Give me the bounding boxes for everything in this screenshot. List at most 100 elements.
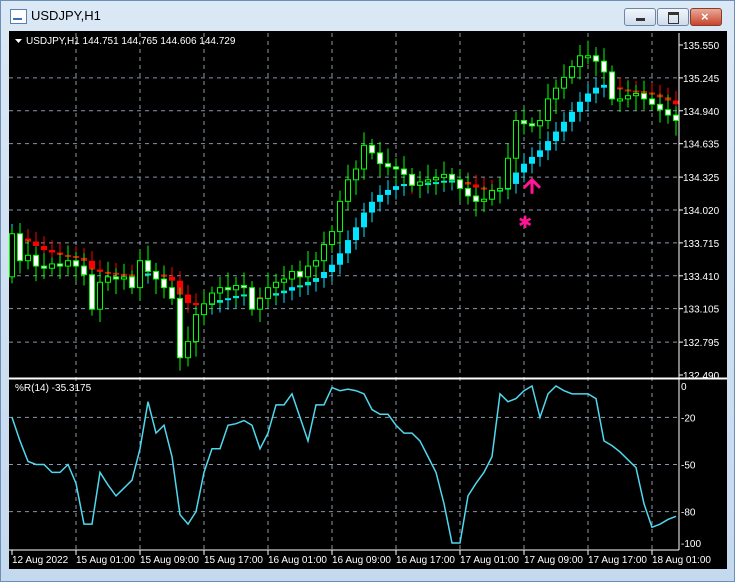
candle-body (193, 314, 199, 343)
candle-body (57, 263, 63, 267)
candle-body (249, 287, 255, 310)
overlay-candle (33, 241, 39, 246)
time-tick-label: 17 Aug 09:00 (524, 555, 583, 566)
wpr-tick-label: -50 (681, 461, 696, 472)
price-tick-label: 133.410 (683, 272, 720, 283)
candle-body (233, 284, 239, 291)
candle-body (353, 168, 359, 181)
candle-body (217, 287, 223, 294)
candle-body (337, 200, 343, 233)
price-tick-label: 134.940 (683, 107, 720, 118)
candle-body (313, 260, 319, 267)
candle-body (609, 71, 615, 100)
candle-body (553, 87, 559, 100)
star-signal-icon: ✱ (518, 213, 532, 233)
chart-background (9, 31, 727, 569)
candle-body (25, 254, 31, 262)
candle-body (289, 270, 295, 280)
candle-body (105, 276, 111, 283)
candle-body (17, 233, 23, 262)
overlay-candle (561, 121, 567, 132)
overlay-candle (569, 111, 575, 122)
overlay-candle (41, 245, 47, 250)
overlay-candle (345, 240, 351, 254)
time-tick-label: 15 Aug 17:00 (204, 555, 263, 566)
overlay-candle (385, 189, 391, 195)
overlay-candle (513, 172, 519, 184)
candle-body (81, 265, 87, 276)
overlay-candle (169, 276, 175, 281)
candle-body (593, 55, 599, 62)
overlay-candle (545, 141, 551, 151)
candle-body (225, 287, 231, 291)
overlay-candle (601, 84, 607, 88)
candle-body (41, 265, 47, 269)
price-tick-label: 132.795 (683, 338, 720, 349)
candle-body (409, 173, 415, 186)
wpr-tick-label: 0 (681, 382, 687, 393)
overlay-candle (289, 287, 295, 291)
candle-body (329, 231, 335, 246)
candle-body (89, 274, 95, 310)
overlay-candle (369, 201, 375, 213)
overlay-candle (329, 264, 335, 273)
candle-body (505, 157, 511, 189)
price-tick-label: 133.715 (683, 239, 720, 250)
overlay-candle (529, 156, 535, 164)
candle-body (273, 281, 279, 289)
candle-body (417, 181, 423, 186)
candle-body (601, 60, 607, 73)
candle-body (257, 297, 263, 310)
candle-body (529, 123, 535, 127)
price-tick-label: 132.490 (683, 371, 720, 382)
time-tick-label: 18 Aug 01:00 (652, 555, 711, 566)
candle-body (65, 260, 71, 267)
overlay-candle (521, 163, 527, 173)
price-tick-label: 134.325 (683, 173, 720, 184)
candle-body (129, 276, 135, 289)
candle-body (385, 163, 391, 168)
candle-body (657, 103, 663, 111)
candle-body (441, 173, 447, 179)
candle-body (185, 341, 191, 359)
candle-body (665, 109, 671, 116)
price-tick-label: 135.550 (683, 41, 720, 52)
candle-body (265, 287, 271, 299)
time-tick-label: 16 Aug 17:00 (396, 555, 455, 566)
overlay-candle (337, 253, 343, 265)
candle-body (625, 95, 631, 100)
candle-body (649, 98, 655, 105)
candle-body (457, 179, 463, 189)
candle-body (73, 260, 79, 267)
overlay-candle (225, 298, 231, 301)
candle-body (377, 152, 383, 165)
candle-body (297, 270, 303, 278)
time-tick-label: 16 Aug 01:00 (268, 555, 327, 566)
chart-area[interactable]: ✱ 135.550 135.245 134.940 134.635 134.325 134… (0, 0, 735, 582)
candle-body (473, 195, 479, 202)
candle-body (177, 297, 183, 359)
candle-body (641, 93, 647, 100)
time-tick-label: 15 Aug 01:00 (76, 555, 135, 566)
overlay-candle (585, 93, 591, 102)
candle-body (569, 66, 575, 78)
wpr-tick-label: -20 (681, 413, 696, 424)
overlay-candle (353, 227, 359, 241)
candle-body (161, 278, 167, 289)
candle-body (49, 263, 55, 269)
candle-body (393, 166, 399, 170)
candle-body (369, 144, 375, 154)
candle-body (633, 93, 639, 97)
candle-body (577, 55, 583, 68)
overlay-candle (673, 100, 679, 105)
candle-body (153, 270, 159, 280)
candle-body (201, 303, 207, 316)
time-tick-label: 17 Aug 01:00 (460, 555, 519, 566)
price-tick-label: 134.635 (683, 140, 720, 151)
candle-body (433, 177, 439, 181)
candle-body (673, 114, 679, 121)
price-tick-label: 133.105 (683, 305, 720, 316)
overlay-candle (49, 249, 55, 253)
candle-body (425, 179, 431, 183)
candle-body (481, 198, 487, 202)
